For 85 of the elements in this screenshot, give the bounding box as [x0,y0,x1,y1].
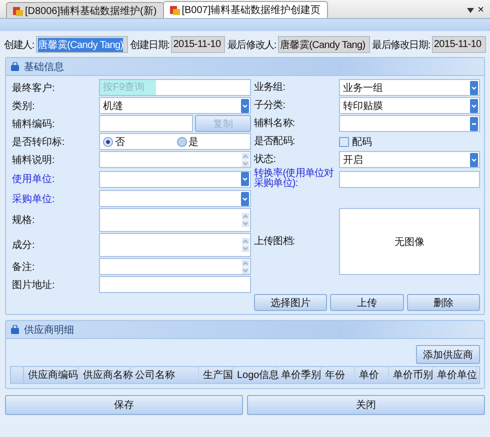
field-label: 创建人: [4,38,34,52]
dropdown[interactable]: 业务一组 [339,79,480,96]
chevron-down-icon[interactable] [470,80,478,94]
field-label: 辅料说明: [12,154,56,166]
read-only-field[interactable]: 唐馨霙(Candy Tang) [278,36,370,53]
radio-label: 否 [115,136,125,148]
column-header[interactable]: Logo信息 [233,367,277,383]
dropdown[interactable]: 开启 [339,151,480,168]
image-action-button[interactable]: 上传 [330,294,404,311]
field-label: 成分: [12,238,36,252]
add-supplier-button[interactable]: 添加供应商 [416,345,480,364]
read-only-field[interactable]: 2015-11-10 [432,36,486,53]
caret-down-icon[interactable] [466,8,474,12]
field-label: 子分类: [254,100,286,110]
spinner-icon[interactable] [242,213,249,227]
footer-button[interactable]: 关闭 [247,395,485,415]
column-header[interactable]: 供应商编码 [24,367,79,383]
chevron-down-icon[interactable] [470,152,478,166]
field-label: 类别: [12,100,36,112]
image-action-button[interactable]: 删除 [406,294,480,311]
field-label: 备注: [12,260,36,274]
text-field[interactable] [99,276,251,293]
empty-image-text: 无图像 [394,236,424,248]
text-area[interactable] [99,151,251,168]
field-label: 使用单位: [12,172,56,186]
column-header[interactable]: 单价币别 [389,367,433,383]
checkbox-label: 配码 [352,136,372,148]
column-header[interactable]: 单价单位 [433,367,477,383]
field-label: 采购单位: [12,192,56,206]
dropdown[interactable] [99,170,251,188]
close-button[interactable]: × [476,4,486,16]
text-field[interactable] [339,170,480,188]
checkbox[interactable] [339,136,349,146]
chevron-down-icon[interactable] [470,98,478,112]
column-header[interactable]: 年份 [321,367,355,383]
field-label: 辅料名称: [254,118,296,128]
radio-button[interactable] [103,136,113,146]
column-header[interactable]: 生产国 [199,367,233,383]
column-header[interactable]: 公司名称 [131,367,199,383]
document-icon [13,6,23,16]
field-label: 是否配码: [254,136,296,146]
read-only-field[interactable]: 唐馨霙(Candy Tang) [36,36,128,53]
dropdown[interactable]: 机缝 [99,97,251,114]
lock-icon [11,62,19,71]
image-action-button[interactable]: 选择图片 [254,294,328,311]
spinner-icon[interactable] [242,152,249,166]
lookup-field[interactable]: 按F9查询 [99,79,251,96]
field-label: 业务组: [254,82,286,92]
field-label: 图片地址: [12,278,56,292]
section-title: 基础信息 [24,60,64,74]
radio-label: 是 [188,136,198,148]
field-label: 转换率(使用单位对采购单位): [254,169,335,189]
read-only-field[interactable]: 2015-11-10 [171,36,226,53]
dropdown[interactable] [99,190,251,207]
text-area[interactable] [99,233,251,257]
text-area[interactable] [99,208,251,232]
spinner-icon[interactable] [242,260,249,274]
chevron-down-icon[interactable] [241,98,249,112]
tab[interactable]: [D8006]辅料基础数据维护(新) [6,2,164,18]
document-icon [170,5,180,15]
spinner-icon[interactable] [242,238,249,252]
field-label: 创建日期: [130,38,170,52]
text-field[interactable] [99,115,193,132]
field-label: 最终客户: [12,82,56,94]
search-input[interactable]: 按F9查询 [100,80,156,95]
field-label: 最后修改日期: [372,38,430,52]
column-header[interactable]: 单价 [355,367,389,383]
lock-icon [11,325,19,334]
field-label: 是否转印标: [12,136,66,148]
field-label: 上传图档: [254,236,296,246]
column-header[interactable]: 单价季别 [277,367,321,383]
field-label: 状态: [254,154,277,164]
text-area[interactable] [99,258,251,275]
field-label: 最后修改人: [227,38,276,52]
tab[interactable]: [B007]辅料基础数据维护创建页 [162,1,328,18]
chevron-down-icon[interactable] [241,172,249,186]
field-label: 辅料编码: [12,118,56,130]
chevron-down-icon[interactable] [241,192,249,206]
column-header[interactable]: 供应商名称 [79,367,131,383]
radio-button[interactable] [176,136,186,146]
section-title: 供应商明细 [24,324,74,336]
dropdown[interactable]: 转印贴膜 [339,97,480,114]
text-field[interactable] [339,115,480,132]
footer-button[interactable]: 保存 [5,395,243,415]
field-label: 规格: [12,214,36,227]
